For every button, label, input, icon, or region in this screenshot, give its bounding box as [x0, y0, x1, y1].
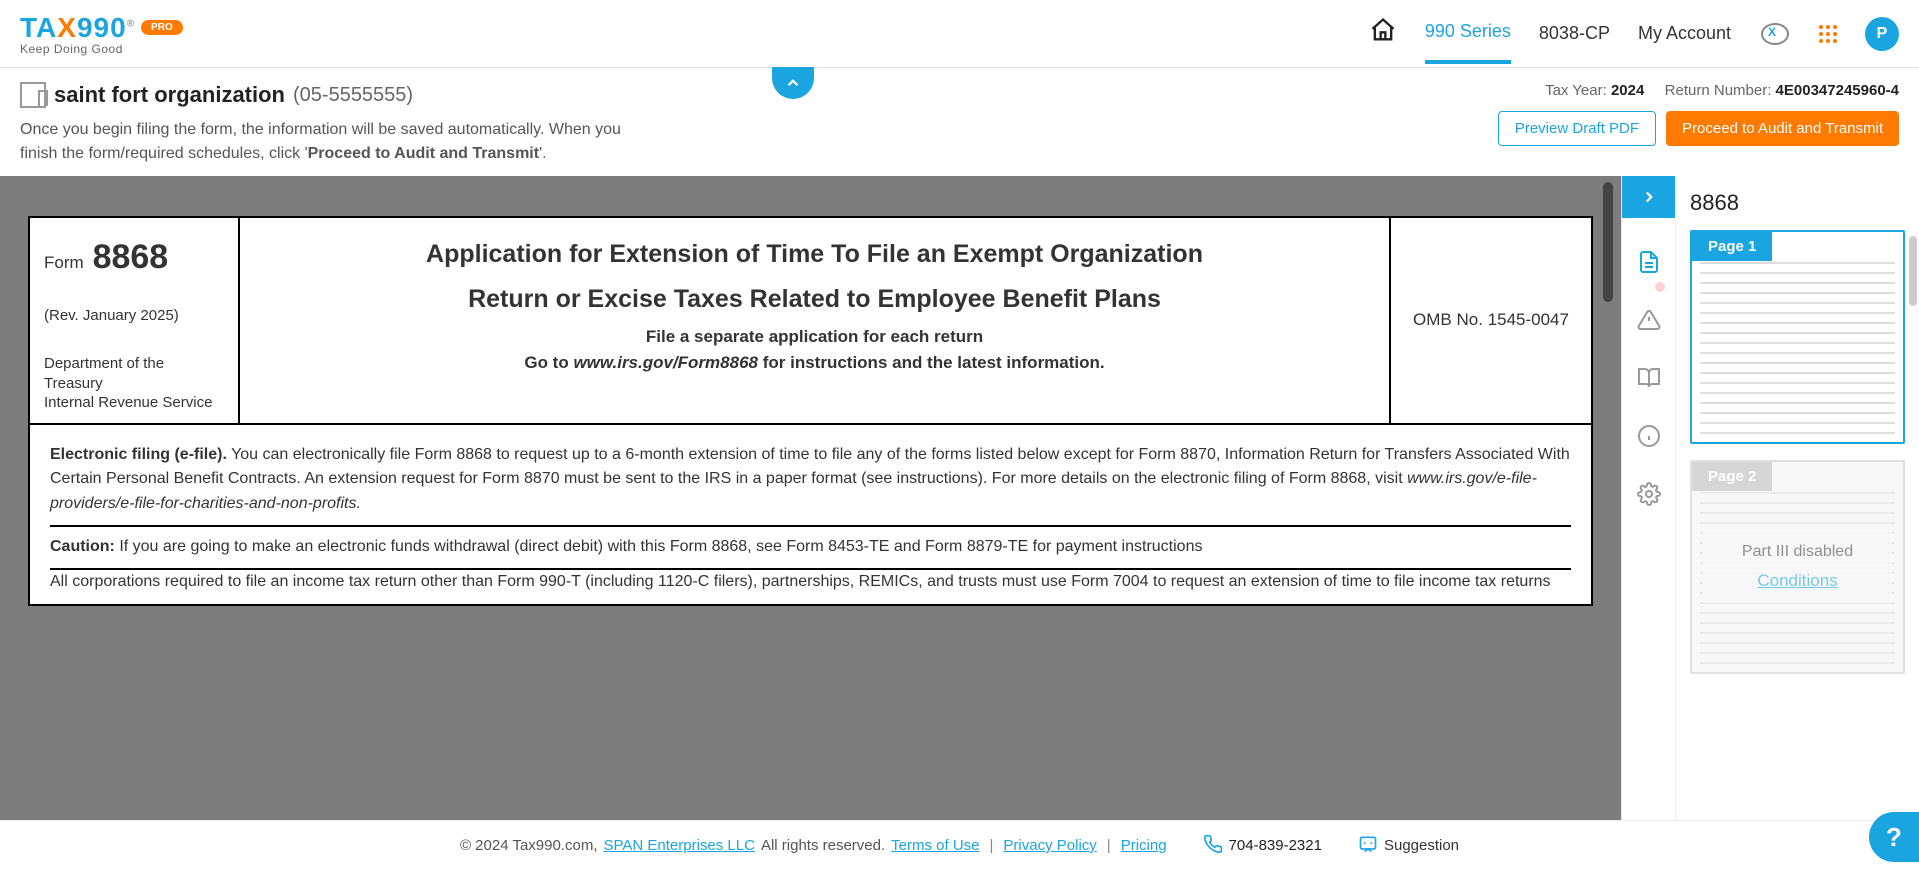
suggestion-button[interactable]: Suggestion: [1358, 834, 1459, 858]
panel-scrollbar[interactable]: [1909, 236, 1917, 306]
privacy-link[interactable]: Privacy Policy: [1003, 837, 1096, 854]
form-revision: (Rev. January 2025): [44, 307, 224, 324]
efile-section: Electronic filing (e-file). You can elec…: [50, 435, 1571, 527]
alert-dot: [1655, 282, 1665, 292]
apps-grid-icon[interactable]: [1819, 25, 1837, 43]
subheader: saint fort organization (05-5555555) Onc…: [0, 68, 1919, 176]
mascot-icon[interactable]: X: [1759, 21, 1791, 47]
form-number: 8868: [93, 238, 169, 276]
pro-badge: PRO: [141, 20, 183, 35]
form-viewer: Form 8868 (Rev. January 2025) Department…: [0, 176, 1621, 833]
document-icon[interactable]: [1635, 248, 1663, 276]
form-sub-1: File a separate application for each ret…: [260, 327, 1369, 347]
help-fab-button[interactable]: ?: [1869, 812, 1919, 862]
form-scrollbar[interactable]: [1603, 182, 1613, 302]
instruction-text: Once you begin filing the form, the info…: [20, 118, 660, 166]
panel-toggle-button[interactable]: [1622, 176, 1676, 218]
copyright: © 2024 Tax990.com,: [460, 837, 598, 854]
phone-number[interactable]: 704-839-2321: [1203, 834, 1322, 858]
thumb-label-1: Page 1: [1692, 232, 1772, 261]
top-header: TAX990® PRO Keep Doing Good 990 Series 8…: [0, 0, 1919, 68]
org-ein: (05-5555555): [293, 84, 413, 107]
nav-8038-cp[interactable]: 8038-CP: [1539, 23, 1610, 62]
logo[interactable]: TAX990® PRO Keep Doing Good: [20, 12, 183, 56]
nav-my-account[interactable]: My Account: [1638, 23, 1731, 62]
proceed-audit-transmit-button[interactable]: Proceed to Audit and Transmit: [1666, 111, 1899, 146]
main-area: Form 8868 (Rev. January 2025) Department…: [0, 176, 1919, 833]
org-name: saint fort organization: [54, 82, 285, 108]
form-title-2: Return or Excise Taxes Related to Employ…: [260, 283, 1369, 316]
form-department: Department of the TreasuryInternal Reven…: [44, 354, 224, 413]
footer: © 2024 Tax990.com, SPAN Enterprises LLC …: [0, 820, 1919, 870]
thumb-label-2: Page 2: [1692, 462, 1772, 491]
home-icon[interactable]: [1369, 16, 1397, 51]
tagline: Keep Doing Good: [20, 42, 183, 56]
alert-icon[interactable]: [1635, 306, 1663, 334]
conditions-link[interactable]: Conditions: [1707, 571, 1889, 591]
span-enterprises-link[interactable]: SPAN Enterprises LLC: [603, 837, 754, 854]
omb-number: OMB No. 1545-0047: [1391, 218, 1591, 423]
pricing-link[interactable]: Pricing: [1121, 837, 1167, 854]
settings-icon[interactable]: [1635, 480, 1663, 508]
book-icon[interactable]: [1635, 364, 1663, 392]
form-title-1: Application for Extension of Time To Fil…: [260, 238, 1369, 271]
user-avatar[interactable]: P: [1865, 17, 1899, 51]
suggestion-icon: [1358, 834, 1378, 858]
meta-row: Tax Year: 2024 Return Number: 4E00347245…: [1498, 82, 1899, 99]
form-sub-2: Go to www.irs.gov/Form8868 for instructi…: [260, 353, 1369, 373]
terms-link[interactable]: Terms of Use: [891, 837, 979, 854]
side-toolbar: [1621, 176, 1675, 833]
nav-right: 990 Series 8038-CP My Account X P: [1369, 16, 1899, 51]
building-icon: [20, 82, 46, 108]
corp-section: All corporations required to file an inc…: [50, 570, 1571, 595]
info-icon[interactable]: [1635, 422, 1663, 450]
nav-990-series[interactable]: 990 Series: [1425, 21, 1511, 64]
preview-draft-pdf-button[interactable]: Preview Draft PDF: [1498, 111, 1656, 146]
thumb-panel-title: 8868: [1690, 190, 1905, 216]
thumbnail-page-2: Page 2 Part III disabled Conditions: [1690, 460, 1905, 674]
thumbnail-panel: 8868 Page 1 Page 2 Part III disabled Con…: [1675, 176, 1919, 833]
form-page-content: Form 8868 (Rev. January 2025) Department…: [28, 216, 1593, 606]
thumbnail-page-1[interactable]: Page 1: [1690, 230, 1905, 444]
caution-section: Caution: If you are going to make an ele…: [50, 527, 1571, 570]
phone-icon: [1203, 834, 1223, 858]
disabled-text: Part III disabled: [1707, 543, 1889, 561]
